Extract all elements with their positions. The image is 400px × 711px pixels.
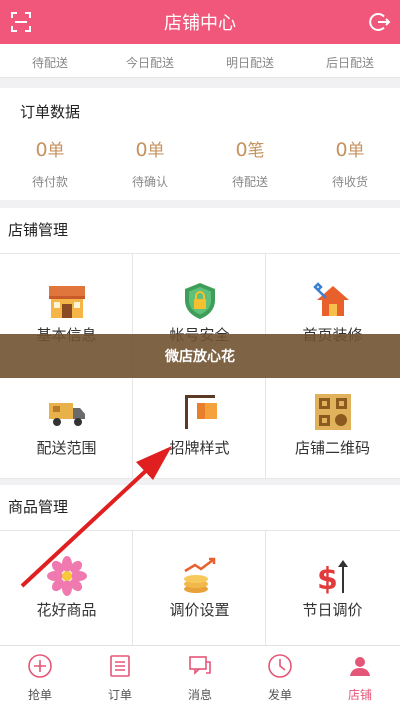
delivery-tabs: 待配送 今日配送 明日配送 后日配送 [0,44,400,78]
order-count: 0 [35,139,48,161]
plus-circle-icon [28,654,52,678]
order-stat-label: 待付款 [31,175,68,189]
nav-orders[interactable]: 订单 [80,646,160,711]
goods-item-holiday-pricing[interactable]: $ 节日调价 [266,531,400,645]
shop-item-signboard-style[interactable]: 招牌样式 [133,366,266,479]
goods-item-label: 调价设置 [169,601,230,619]
shop-item-qr-code[interactable]: 店铺二维码 [266,366,400,479]
goods-item-label: 节日调价 [302,601,363,619]
order-count: 0 [135,139,148,161]
message-icon [189,656,211,675]
goods-management-grid: 花好商品 调价设置 $ 节日调价 [0,531,400,645]
qr-code-icon [315,394,351,430]
flower-icon [47,556,87,596]
signboard-icon [185,395,217,429]
logout-icon[interactable] [369,11,391,33]
storefront-icon [49,286,85,318]
order-stat-pending-delivery[interactable]: 0笔 待配送 [200,138,300,190]
order-unit: 单 [47,141,65,161]
tab-tomorrow-delivery[interactable]: 明日配送 [200,54,300,71]
order-stat-label: 待确认 [131,175,168,189]
order-unit: 笔 [247,141,265,161]
goods-item-price-settings[interactable]: 调价设置 [133,531,266,645]
shop-item-label: 店铺二维码 [294,439,370,457]
nav-label: 店铺 [347,688,372,702]
shop-item-delivery-range[interactable]: 配送范围 [0,366,133,479]
tab-today-delivery[interactable]: 今日配送 [100,54,200,71]
shield-lock-icon [185,283,215,319]
tab-pending-delivery[interactable]: 待配送 [0,54,100,71]
send-clock-icon [268,654,292,678]
coins-price-icon [184,557,216,593]
nav-shop[interactable]: 店铺 [320,646,400,711]
nav-label: 抢单 [27,688,52,702]
house-tools-icon [313,282,349,316]
goods-management-header: 商品管理 [0,485,400,531]
order-stat-label: 待配送 [231,175,268,189]
nav-grab-order[interactable]: 抢单 [0,646,80,711]
order-count: 0 [235,139,248,161]
order-data-title: 订单数据 [20,103,81,121]
order-unit: 单 [147,141,165,161]
shop-management-header: 店铺管理 [0,208,400,254]
svg-text:$: $ [317,562,338,597]
tab-day-after-delivery[interactable]: 后日配送 [300,54,400,71]
goods-item-label: 花好商品 [36,601,97,619]
shop-item-label: 招牌样式 [169,439,230,457]
order-stat-label: 待收货 [331,175,368,189]
goods-item-flower-products[interactable]: 花好商品 [0,531,133,645]
nav-send-order[interactable]: 发单 [240,646,320,711]
nav-label: 发单 [267,688,292,702]
title-banner: 微店放心花 [0,334,400,378]
dollar-up-icon: $ [317,560,348,597]
nav-label: 订单 [107,688,132,702]
nav-messages[interactable]: 消息 [160,646,240,711]
top-bar: 店铺中心 [0,0,400,44]
shop-management-title: 店铺管理 [8,221,69,239]
nav-label: 消息 [187,688,212,702]
order-stat-pending-confirm[interactable]: 0单 待确认 [100,138,200,190]
order-unit: 单 [347,141,365,161]
page-title: 店铺中心 [164,13,236,34]
banner-text: 微店放心花 [165,349,235,365]
user-icon [350,657,370,676]
order-data-panel: 订单数据 0单 待付款 0单 待确认 0笔 待配送 0单 待收货 [0,88,400,200]
list-icon [110,655,130,677]
order-stat-pending-payment[interactable]: 0单 待付款 [0,138,100,190]
delivery-truck-icon [49,403,85,426]
shop-item-label: 配送范围 [36,439,97,457]
goods-management-title: 商品管理 [8,498,69,516]
order-count: 0 [335,139,348,161]
order-stat-pending-receipt[interactable]: 0单 待收货 [300,138,400,190]
bottom-navigation: 抢单 订单 消息 发单 店铺 [0,645,400,711]
